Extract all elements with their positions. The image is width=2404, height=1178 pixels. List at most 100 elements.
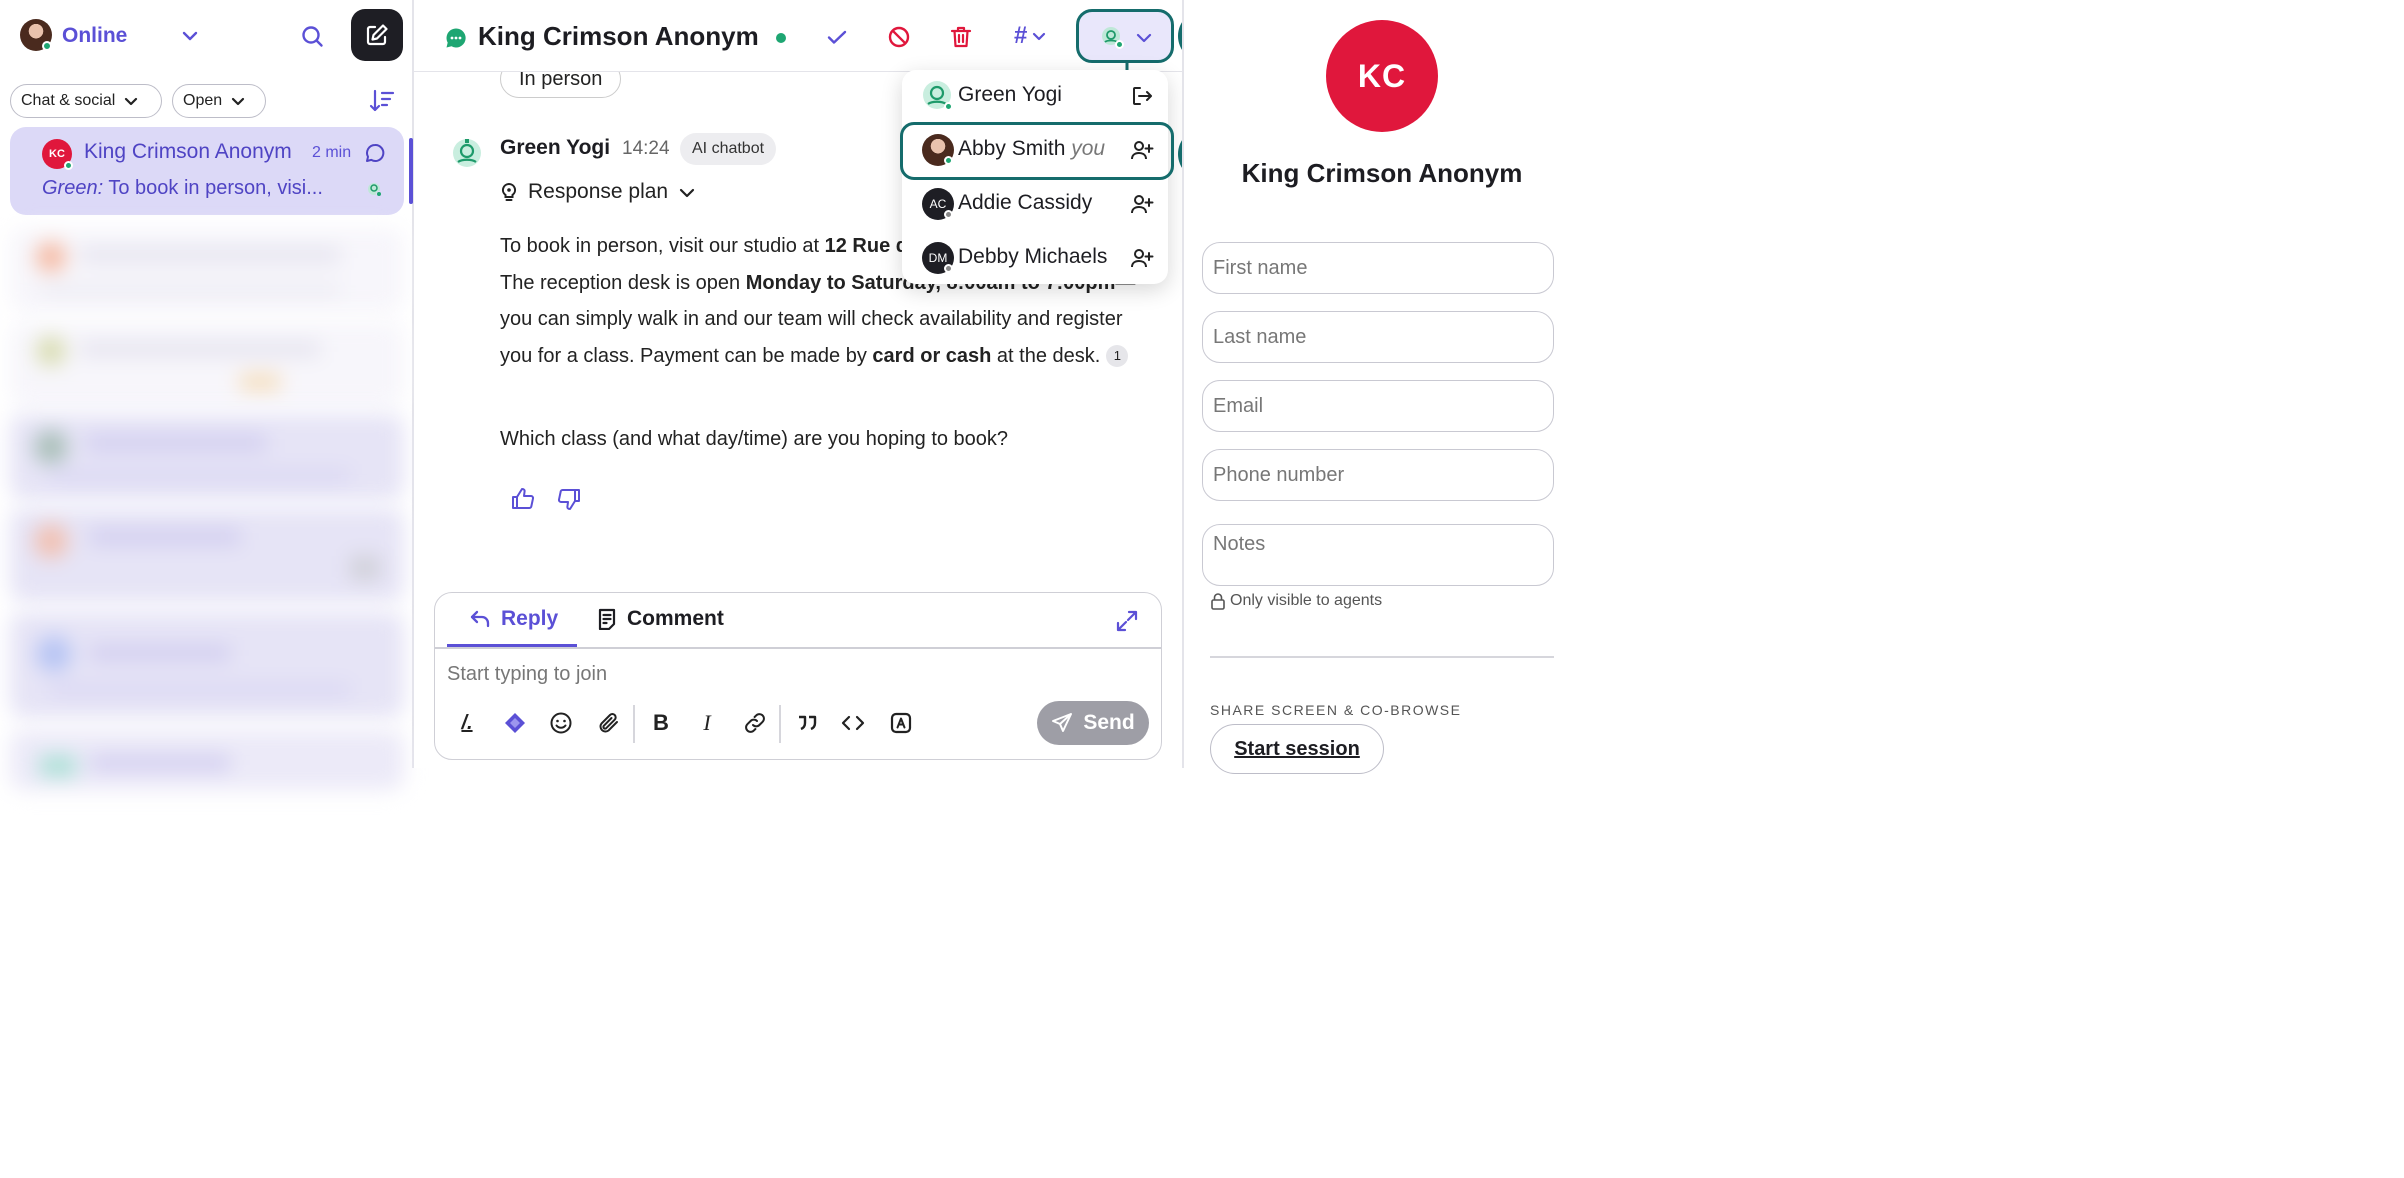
conversation-header: King Crimson Anonym #	[414, 0, 1182, 72]
trash-icon[interactable]	[948, 24, 974, 50]
chevron-down-icon	[680, 188, 695, 198]
conversation-name: King Crimson Anonym	[84, 140, 292, 163]
sidebar-header: Online	[0, 0, 412, 72]
sort-icon[interactable]	[368, 88, 396, 114]
tag-menu-button[interactable]: #	[1014, 22, 1047, 50]
active-indicator	[409, 138, 413, 204]
bot-icon	[368, 183, 382, 197]
reply-arrow-icon	[470, 610, 490, 628]
assignee-option-green-yogi[interactable]: Green Yogi	[902, 70, 1168, 122]
conversation-item-active[interactable]: KC King Crimson Anonym 2 min Green: To b…	[10, 127, 404, 215]
conversation-view: In person King Crimson Anonym # Green Yo…	[414, 0, 1182, 768]
chat-bubble-icon	[366, 143, 385, 162]
chat-channel-icon	[446, 28, 466, 48]
conversation-item-blurred[interactable]	[10, 730, 404, 790]
contact-avatar: KC	[1326, 20, 1438, 132]
bold-icon[interactable]: B	[649, 710, 673, 735]
citation-badge[interactable]: 1	[1106, 344, 1129, 367]
phone-field[interactable]	[1202, 449, 1554, 501]
ai-assist-icon[interactable]	[503, 711, 527, 735]
email-field[interactable]	[1202, 380, 1554, 432]
canned-response-icon[interactable]	[889, 711, 913, 735]
code-icon[interactable]	[841, 711, 865, 735]
assignee-dropdown: Green Yogi Abby Smith you AC Addie Cassi…	[900, 70, 1174, 284]
assignee-option-debby-michaels[interactable]: DM Debby Michaels	[902, 232, 1168, 284]
assignee-option-addie-cassidy[interactable]: AC Addie Cassidy	[902, 178, 1168, 230]
last-name-field[interactable]	[1202, 311, 1554, 363]
attachment-icon[interactable]	[597, 711, 621, 735]
status-filter-label: Open	[183, 92, 223, 109]
quote-icon[interactable]	[795, 711, 819, 735]
format-clear-icon[interactable]: /.	[455, 711, 479, 735]
chevron-down-icon	[1136, 33, 1152, 43]
tab-comment[interactable]: Comment	[597, 607, 724, 631]
thumbs-up-icon[interactable]	[510, 486, 536, 512]
bot-avatar-icon	[453, 139, 481, 167]
status-label[interactable]: Online	[62, 24, 127, 48]
response-plan-toggle[interactable]: Response plan	[500, 180, 696, 204]
bulb-icon	[501, 182, 517, 201]
ai-chatbot-badge: AI chatbot	[680, 133, 777, 165]
share-section-label: SHARE SCREEN & CO-BROWSE	[1210, 702, 1462, 718]
link-icon[interactable]	[743, 711, 767, 735]
message-input[interactable]	[447, 657, 1147, 691]
send-button[interactable]: Send	[1037, 701, 1149, 745]
compose-button[interactable]	[351, 9, 403, 61]
conversation-item-blurred[interactable]	[10, 322, 404, 406]
online-status-dot	[944, 102, 953, 111]
conversation-item-blurred[interactable]	[10, 508, 404, 602]
tab-reply-label: Reply	[501, 607, 559, 630]
agent-avatar[interactable]	[20, 19, 52, 51]
message-time: 14:24	[622, 138, 670, 159]
send-icon	[1052, 713, 1073, 732]
first-name-field[interactable]	[1202, 242, 1554, 294]
note-icon	[598, 608, 616, 630]
preview-prefix: Green:	[42, 177, 104, 199]
compose-icon	[366, 24, 388, 46]
message-question: Which class (and what day/time) are you …	[500, 428, 1009, 450]
contact-panel: KC King Crimson Anonym Only visible to a…	[1182, 0, 1568, 774]
checkmark-icon[interactable]	[824, 24, 850, 50]
channel-filter[interactable]: Chat & social	[10, 84, 162, 118]
toolbar-divider	[633, 705, 635, 743]
expand-icon[interactable]	[1115, 609, 1139, 633]
tab-comment-label: Comment	[627, 607, 724, 630]
offline-status-dot	[944, 264, 953, 273]
send-label: Send	[1083, 711, 1135, 734]
notes-field[interactable]	[1202, 524, 1554, 586]
conversation-time: 2 min	[312, 144, 352, 161]
chevron-down-icon	[125, 97, 138, 106]
online-status-dot	[776, 33, 786, 43]
assign-user-icon[interactable]	[1130, 246, 1154, 270]
emoji-icon[interactable]	[549, 711, 573, 735]
callout-highlight-box	[900, 122, 1174, 180]
start-session-button[interactable]: Start session	[1210, 724, 1384, 774]
tab-reply[interactable]: Reply	[469, 607, 558, 631]
notes-visibility-hint: Only visible to agents	[1210, 592, 1382, 610]
thumbs-down-icon[interactable]	[556, 486, 582, 512]
chevron-down-icon	[232, 97, 245, 106]
online-status-dot	[64, 161, 73, 170]
status-filter[interactable]: Open	[172, 84, 266, 118]
conversation-item-blurred[interactable]	[10, 414, 404, 500]
notes-visibility-text: Only visible to agents	[1230, 592, 1383, 609]
panel-divider	[1210, 656, 1554, 658]
reply-composer: Reply Comment /. B I Send	[434, 592, 1162, 760]
composer-divider	[435, 647, 1161, 649]
conversation-title: King Crimson Anonym	[478, 21, 759, 51]
unassign-icon[interactable]	[1130, 84, 1154, 108]
chevron-down-icon	[1033, 32, 1046, 41]
assignee-button[interactable]	[1076, 9, 1174, 63]
assign-user-icon[interactable]	[1130, 192, 1154, 216]
toolbar-divider	[779, 705, 781, 743]
app-window: Online Chat & social Open KC King Crimso…	[0, 0, 1568, 790]
chevron-down-icon[interactable]	[180, 26, 200, 46]
message-bold-payment: card or cash	[872, 344, 992, 367]
assignee-name: Addie Cassidy	[958, 191, 1093, 214]
conversation-item-blurred[interactable]	[10, 228, 404, 312]
italic-icon[interactable]: I	[695, 710, 719, 735]
conversation-item-blurred[interactable]	[10, 612, 404, 718]
block-icon[interactable]	[886, 24, 912, 50]
search-icon[interactable]	[300, 24, 326, 50]
hashtag-icon: #	[1014, 22, 1028, 49]
